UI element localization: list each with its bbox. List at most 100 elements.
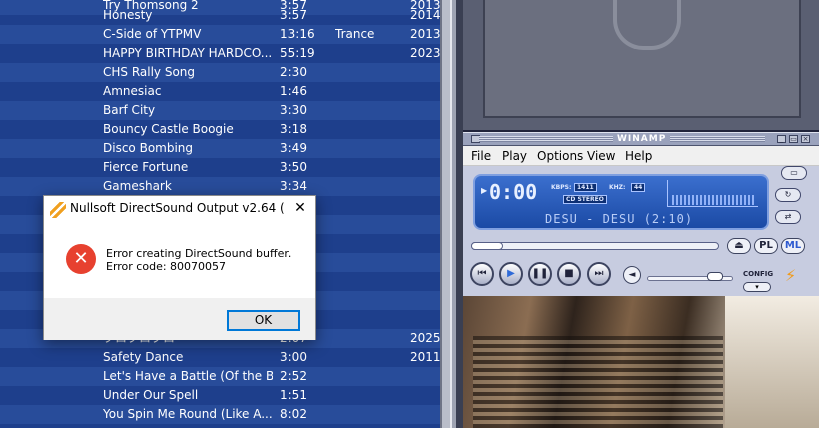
track-length: 1:51: [280, 388, 307, 402]
track-title: Fierce Fortune: [103, 160, 189, 174]
album-art-texture: [473, 336, 723, 428]
track-title: Amnesiac: [103, 84, 162, 98]
track-title: Let's Have a Battle (Of the B...: [103, 369, 273, 383]
track-title: Disco Bombing: [103, 141, 194, 155]
winamp-window: WINAMP _ ▭ × File Play Options View Help…: [463, 0, 819, 428]
playlist-row[interactable]: Honesty 3:57 2014: [0, 6, 440, 25]
error-icon: ✕: [66, 244, 96, 274]
windowshade-button[interactable]: ▭: [789, 135, 798, 143]
winamp-titlebar[interactable]: WINAMP _ ▭ ×: [463, 132, 819, 146]
menu-view[interactable]: View: [587, 149, 615, 163]
error-dialog: Nullsoft DirectSound Output v2.64 (d) ..…: [43, 195, 316, 340]
track-title: HAPPY BIRTHDAY HARDCO...: [103, 46, 273, 60]
track-year: 2011: [410, 350, 440, 364]
khz-label: KHZ:: [609, 184, 626, 191]
play-indicator-icon: ▶: [481, 186, 488, 195]
track-title: C-Side of YTPMV: [103, 27, 202, 41]
dialog-close-button[interactable]: ✕: [289, 198, 311, 218]
track-title: Barf City: [103, 103, 156, 117]
menu-help[interactable]: Help: [625, 149, 652, 163]
track-title: Safety Dance: [103, 350, 184, 364]
track-title: Under Our Spell: [103, 388, 199, 402]
playlist-button[interactable]: PL: [754, 238, 778, 254]
crossfade-toggle[interactable]: ⇄: [775, 210, 801, 224]
track-length: 3:30: [280, 103, 307, 117]
volume-handle[interactable]: [707, 272, 723, 281]
play-button[interactable]: ▶: [499, 262, 523, 286]
track-length: 13:16: [280, 27, 315, 41]
pause-button[interactable]: ❚❚: [528, 262, 552, 286]
error-code: Error code: 80070057: [106, 260, 227, 273]
menu-bar: File Play Options View Help: [463, 146, 819, 166]
playlist-row[interactable]: Gameshark 3:34: [0, 177, 440, 196]
track-title: CHS Rally Song: [103, 65, 196, 79]
playlist-row[interactable]: Barf City 3:30: [0, 101, 440, 120]
menu-play[interactable]: Play: [502, 149, 527, 163]
playlist-row[interactable]: C-Side of YTPMV 13:16 Trance 2013: [0, 25, 440, 44]
player-panel: ▶ 0:00 KBPS: 1411 KHZ: 44 CD STEREO DESU…: [463, 166, 819, 296]
config-button[interactable]: ▾: [743, 282, 771, 292]
track-year: 2025: [410, 331, 440, 345]
playlist-row[interactable]: You Spin Me Round (Like A... 8:02: [0, 405, 440, 424]
visualization-panel: [463, 0, 819, 130]
track-year: 2023: [410, 46, 440, 60]
repeat-toggle[interactable]: ↻: [775, 188, 801, 202]
menu-options[interactable]: Options: [537, 149, 583, 163]
playlist-row[interactable]: CHS Rally Song 2:30: [0, 63, 440, 82]
previous-button[interactable]: ⏮: [470, 262, 494, 286]
dialog-footer: OK: [44, 298, 315, 340]
minimize-button[interactable]: _: [777, 135, 786, 143]
playlist-row[interactable]: Amnesiac 1:46: [0, 82, 440, 101]
dialog-title: Nullsoft DirectSound Output v2.64 (d) ..…: [70, 201, 285, 215]
spectrum-bars: [672, 195, 756, 205]
menu-file[interactable]: File: [471, 149, 491, 163]
album-art-highlight: [725, 296, 819, 428]
playlist-row[interactable]: HAPPY BIRTHDAY HARDCO... 55:19 2023: [0, 44, 440, 63]
window-divider: [440, 0, 463, 428]
error-message: Error creating DirectSound buffer.: [106, 247, 292, 260]
ok-button[interactable]: OK: [227, 310, 300, 331]
winamp-title: WINAMP: [613, 133, 671, 145]
playlist-row[interactable]: Let's Have a Battle (Of the B... 2:52: [0, 367, 440, 386]
track-title: You Spin Me Round (Like A...: [103, 407, 273, 421]
playlist-row[interactable]: Under Our Spell 1:51: [0, 386, 440, 405]
playlist-row[interactable]: Disco Bombing 3:49: [0, 139, 440, 158]
album-art: [463, 296, 819, 428]
shuffle-toggle[interactable]: ▭: [781, 166, 807, 180]
spectrum-analyzer[interactable]: [667, 180, 758, 207]
song-marquee[interactable]: DESU - DESU (2:10): [545, 212, 693, 226]
track-length: 3:00: [280, 350, 307, 364]
seek-bar[interactable]: [471, 242, 719, 250]
winamp-bolt-icon: [50, 202, 66, 218]
kbps-value: 1411: [574, 183, 597, 192]
track-length: 8:02: [280, 407, 307, 421]
track-length: 1:46: [280, 84, 307, 98]
config-label: CONFIG: [743, 270, 774, 278]
eject-button[interactable]: ⏏: [727, 238, 751, 254]
lightning-bolt-icon[interactable]: ⚡: [785, 266, 796, 285]
time-display[interactable]: 0:00: [489, 180, 537, 204]
track-length: 3:18: [280, 122, 307, 136]
close-button[interactable]: ×: [801, 135, 810, 143]
playlist-row[interactable]: Fierce Fortune 3:50: [0, 158, 440, 177]
track-length: 2:52: [280, 369, 307, 383]
track-year: 2013: [410, 27, 440, 41]
playlist-row[interactable]: Safety Dance 3:00 2011: [0, 348, 440, 367]
track-length: 2:30: [280, 65, 307, 79]
next-button[interactable]: ⏭: [587, 262, 611, 286]
kbps-label: KBPS:: [551, 184, 572, 191]
track-length: 3:49: [280, 141, 307, 155]
song-display[interactable]: ▶ 0:00 KBPS: 1411 KHZ: 44 CD STEREO DESU…: [473, 174, 769, 230]
track-length: 3:57: [280, 8, 307, 22]
track-title: Gameshark: [103, 179, 172, 193]
track-length: 3:50: [280, 160, 307, 174]
visualization-frame: [483, 0, 801, 118]
khz-value: 44: [631, 183, 646, 192]
track-title: Honesty: [103, 8, 153, 22]
playlist-row[interactable]: Bouncy Castle Boogie 3:18: [0, 120, 440, 139]
speaker-icon[interactable]: ◄: [623, 266, 641, 284]
seek-handle[interactable]: [471, 242, 503, 250]
stop-button[interactable]: ■: [557, 262, 581, 286]
media-library-button[interactable]: ML: [781, 238, 805, 254]
winamp-logo-icon: [613, 0, 681, 50]
